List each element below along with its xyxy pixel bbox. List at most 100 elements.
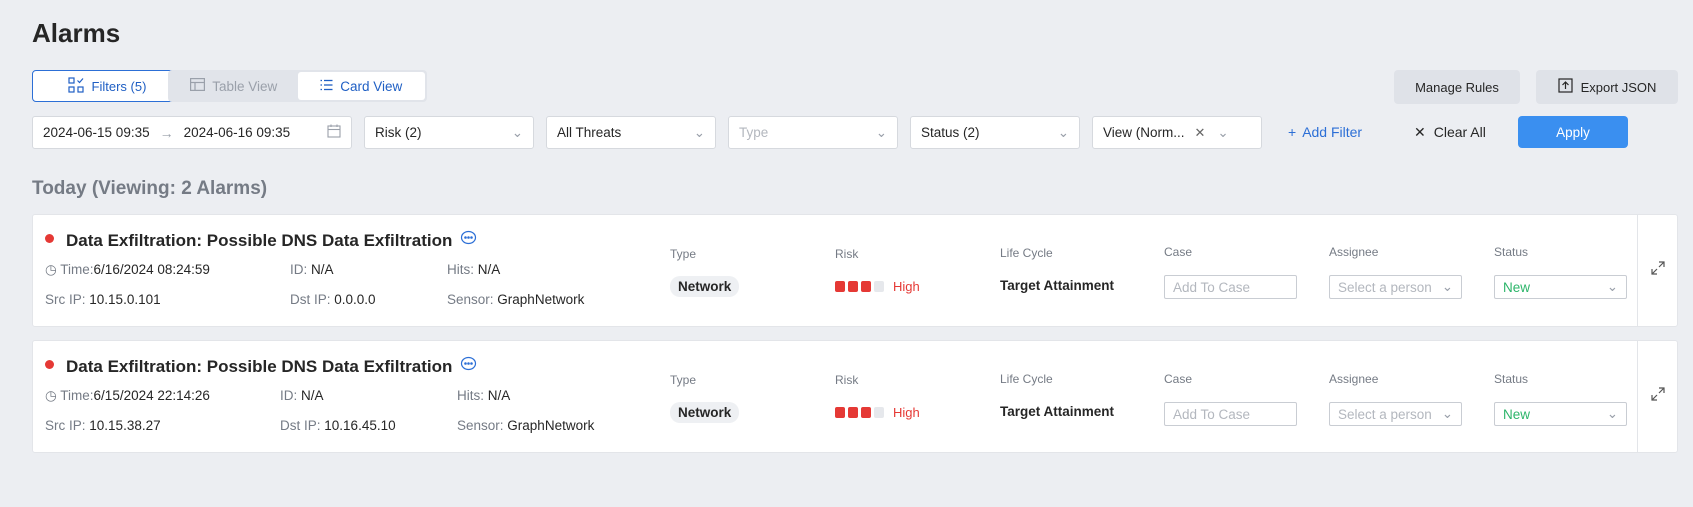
col-status-header: Status [1494, 245, 1529, 259]
status-value: New [1503, 279, 1531, 295]
dst-ip-value: 0.0.0.0 [334, 292, 376, 307]
time-label: Time: [60, 388, 94, 403]
lifecycle-value: Target Attainment [1000, 278, 1115, 293]
status-filter-select[interactable]: Status (2) ⌄ [910, 116, 1080, 149]
type-filter-select[interactable]: Type ⌄ [728, 116, 898, 149]
alarm-title-text: Data Exfiltration: Possible DNS Data Exf… [66, 230, 453, 250]
alarm-dst-ip: Dst IP: 0.0.0.0 [290, 292, 376, 307]
filter-grid-icon [67, 76, 84, 96]
expand-icon[interactable] [1650, 261, 1665, 280]
col-lifecycle-header: Life Cycle [1000, 372, 1053, 386]
status-select[interactable]: New ⌄ [1494, 275, 1627, 299]
view-filter-select[interactable]: View (Norm... ✕ ⌄ [1092, 116, 1262, 149]
date-end[interactable]: 2024-06-16 09:35 [184, 125, 291, 140]
filters-button-label: Filters (5) [91, 78, 147, 94]
export-json-label: Export JSON [1580, 79, 1657, 95]
alarm-status-dot [45, 234, 54, 243]
type-badge: Network [670, 402, 740, 423]
risk-bar [874, 281, 884, 292]
risk-bar [835, 407, 845, 418]
alarm-time: ◷ Time:6/15/2024 22:14:26 [45, 388, 210, 404]
calendar-icon [327, 124, 341, 141]
assignee-select[interactable]: Select a person ⌄ [1329, 402, 1462, 426]
type-filter-placeholder: Type [739, 125, 769, 140]
chevron-down-icon: ⌄ [875, 124, 887, 140]
id-value: N/A [301, 388, 324, 403]
export-json-button[interactable]: Export JSON [1536, 70, 1678, 104]
sensor-label: Sensor: [457, 418, 504, 433]
manage-rules-button[interactable]: Manage Rules [1394, 70, 1520, 104]
section-title: Today (Viewing: 2 Alarms) [32, 178, 268, 199]
col-lifecycle-header: Life Cycle [1000, 246, 1053, 260]
risk-bar [835, 281, 845, 292]
alarm-card[interactable]: Data Exfiltration: Possible DNS Data Exf… [32, 214, 1678, 327]
add-filter-button[interactable]: + Add Filter [1288, 124, 1362, 140]
list-icon [320, 79, 333, 94]
src-ip-label: Src IP: [45, 418, 86, 433]
time-value: 6/16/2024 08:24:59 [93, 262, 210, 277]
plus-icon: + [1288, 124, 1297, 140]
chevron-down-icon: ⌄ [1057, 124, 1069, 140]
dst-ip-label: Dst IP: [280, 418, 321, 433]
sensor-label: Sensor: [447, 292, 494, 307]
alarm-time: ◷ Time:6/16/2024 08:24:59 [45, 262, 210, 278]
add-to-case-input[interactable]: Add To Case [1164, 402, 1297, 426]
risk-bar [848, 407, 858, 418]
case-placeholder: Add To Case [1173, 406, 1251, 422]
date-range-picker[interactable]: 2024-06-15 09:35 → 2024-06-16 09:35 [32, 116, 352, 149]
time-label: Time: [60, 262, 94, 277]
add-to-case-input[interactable]: Add To Case [1164, 275, 1297, 299]
risk-bar [861, 407, 871, 418]
col-risk-header: Risk [835, 247, 859, 261]
risk-bar [848, 281, 858, 292]
clear-icon[interactable]: ✕ [1195, 125, 1206, 141]
risk-filter-select[interactable]: Risk (2) ⌄ [364, 116, 534, 149]
sensor-value: GraphNetwork [497, 292, 585, 307]
col-assignee-header: Assignee [1329, 372, 1379, 386]
assignee-select[interactable]: Select a person ⌄ [1329, 275, 1462, 299]
clear-all-button[interactable]: ✕ Clear All [1414, 124, 1486, 141]
hits-value: N/A [487, 388, 511, 403]
src-ip-value: 10.15.38.27 [89, 418, 161, 433]
col-status-header: Status [1494, 372, 1529, 386]
table-view-tab[interactable]: Table View [170, 72, 298, 100]
risk-bar [861, 281, 871, 292]
status-value: New [1503, 406, 1531, 422]
dst-ip-label: Dst IP: [290, 292, 331, 307]
clear-all-label: Clear All [1433, 124, 1486, 140]
comment-icon[interactable] [460, 230, 477, 251]
risk-bar [874, 407, 884, 418]
time-value: 6/15/2024 22:14:26 [93, 388, 210, 403]
alarm-hits: Hits: N/A [457, 388, 510, 403]
alarm-sensor: Sensor: GraphNetwork [457, 418, 594, 433]
chevron-down-icon: ⌄ [511, 124, 523, 140]
alarm-title[interactable]: Data Exfiltration: Possible DNS Data Exf… [66, 356, 477, 377]
chevron-down-icon: ⌄ [1217, 124, 1229, 140]
col-assignee-header: Assignee [1329, 245, 1379, 259]
chevron-down-icon: ⌄ [1606, 279, 1618, 294]
filters-button[interactable]: Filters (5) [32, 70, 182, 102]
id-value: N/A [311, 262, 334, 277]
date-start[interactable]: 2024-06-15 09:35 [43, 125, 150, 140]
risk-indicator: High [835, 405, 920, 420]
chevron-down-icon: ⌄ [1441, 406, 1453, 421]
clock-icon: ◷ [45, 388, 57, 403]
hits-label: Hits: [447, 262, 474, 277]
alarm-id: ID: N/A [290, 262, 334, 277]
assignee-placeholder: Select a person [1338, 279, 1432, 295]
expand-icon[interactable] [1650, 387, 1665, 406]
alarm-card[interactable]: Data Exfiltration: Possible DNS Data Exf… [32, 340, 1678, 453]
alarm-title[interactable]: Data Exfiltration: Possible DNS Data Exf… [66, 230, 477, 251]
comment-icon[interactable] [460, 356, 477, 377]
status-select[interactable]: New ⌄ [1494, 402, 1627, 426]
apply-button[interactable]: Apply [1518, 116, 1628, 148]
chevron-down-icon: ⌄ [1441, 279, 1453, 294]
risk-label: High [893, 279, 920, 294]
expand-column [1637, 341, 1677, 452]
table-icon [190, 78, 206, 94]
col-type-header: Type [670, 373, 697, 387]
threats-filter-select[interactable]: All Threats ⌄ [546, 116, 716, 149]
card-view-tab[interactable]: Card View [297, 72, 425, 100]
src-ip-label: Src IP: [45, 292, 86, 307]
alarm-src-ip: Src IP: 10.15.0.101 [45, 292, 161, 307]
